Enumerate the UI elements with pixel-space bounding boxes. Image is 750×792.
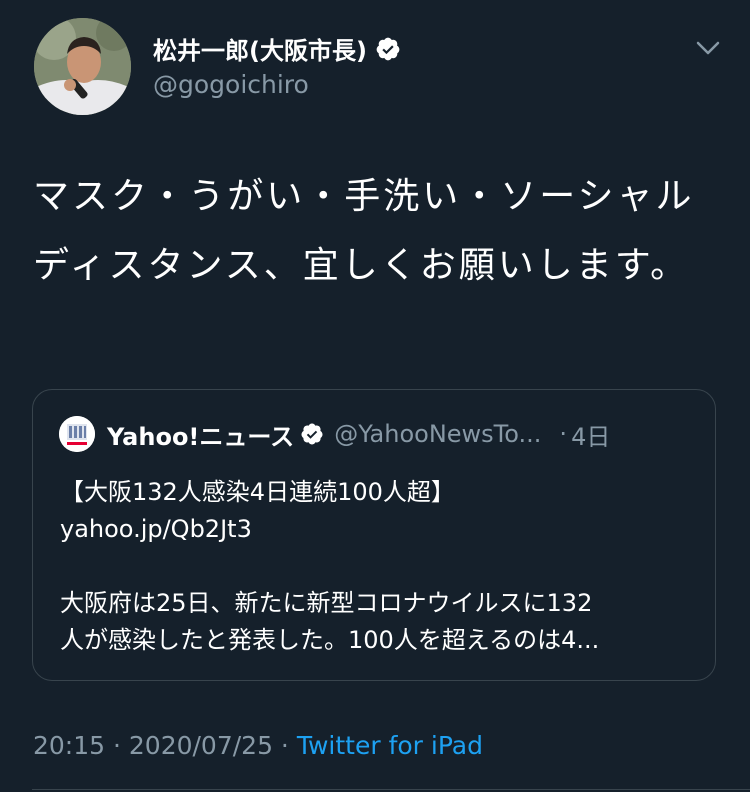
tweet-date[interactable]: 2020/07/25 bbox=[129, 731, 273, 760]
meta-separator: · bbox=[272, 731, 297, 760]
quoted-author-name: Yahoo!ニュース bbox=[107, 422, 295, 451]
quoted-link: yahoo.jp/Qb2Jt3 bbox=[60, 515, 252, 543]
quoted-author-handle: @YahooNewsTo... bbox=[334, 420, 542, 448]
verified-badge-icon bbox=[301, 423, 323, 445]
author-handle[interactable]: @gogoichiro bbox=[153, 70, 309, 99]
tweet-detail: 松井一郎(大阪市長) @gogoichiro マスク・うがい・手洗い・ソーシャル… bbox=[0, 0, 750, 792]
quoted-tweet-card[interactable]: Yahoo!ニュース @YahooNewsTo... · 4日 【大阪132人感… bbox=[32, 389, 716, 681]
quoted-author-avatar bbox=[59, 416, 95, 452]
quoted-headline: 【大阪132人感染4日連続100人超】 bbox=[60, 478, 455, 506]
divider bbox=[32, 789, 750, 790]
tweet-meta: 20:15 · 2020/07/25 · Twitter for iPad bbox=[33, 731, 483, 760]
tweet-text: マスク・うがい・手洗い・ソーシャルディスタンス、宜しくお願いします。 bbox=[33, 176, 695, 286]
profile-photo-icon bbox=[34, 18, 131, 115]
tweet-time[interactable]: 20:15 bbox=[33, 731, 105, 760]
quoted-tweet-time: 4日 bbox=[571, 422, 611, 451]
quoted-body-line: 大阪府は25日、新たに新型コロナウイルスに132 bbox=[60, 589, 593, 617]
yahoo-news-logo-icon bbox=[59, 416, 95, 452]
separator-dot: · bbox=[559, 420, 568, 448]
chevron-down-icon[interactable] bbox=[693, 36, 723, 60]
tweet-source-link[interactable]: Twitter for iPad bbox=[297, 731, 483, 760]
author-name-row[interactable]: 松井一郎(大阪市長) bbox=[153, 31, 401, 66]
quoted-tweet-header: Yahoo!ニュース @YahooNewsTo... · 4日 bbox=[59, 416, 691, 452]
quoted-body-line: 人が感染したと発表した。100人を超えるのは4... bbox=[60, 626, 600, 654]
author-avatar[interactable] bbox=[34, 18, 131, 115]
author-display-name[interactable]: 松井一郎(大阪市長) bbox=[153, 31, 367, 66]
quoted-tweet-body: 【大阪132人感染4日連続100人超】 yahoo.jp/Qb2Jt3 大阪府は… bbox=[60, 474, 690, 659]
verified-badge-icon bbox=[376, 37, 400, 60]
meta-separator: · bbox=[105, 731, 129, 760]
